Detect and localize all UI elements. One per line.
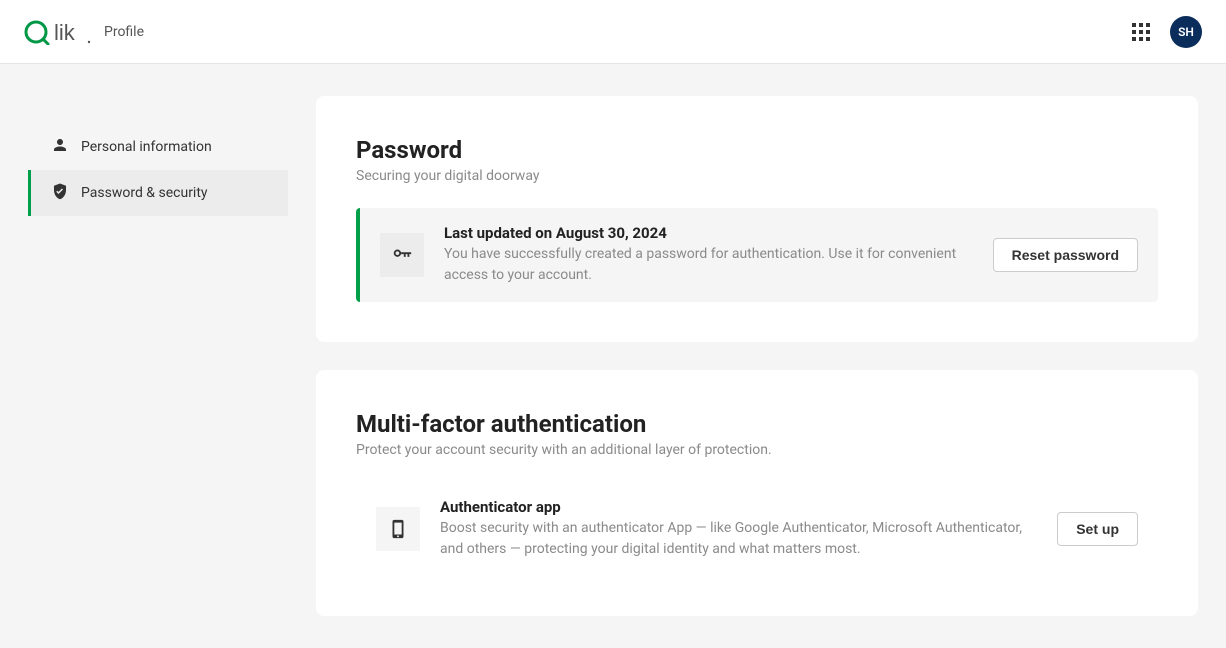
main-content: Password Securing your digital doorway L… xyxy=(316,96,1198,616)
key-icon xyxy=(380,233,424,277)
setup-mfa-button[interactable]: Set up xyxy=(1057,512,1138,546)
mfa-info-title: Authenticator app xyxy=(440,498,1037,516)
mfa-subtitle: Protect your account security with an ad… xyxy=(356,442,1158,458)
sidebar-item-label: Password & security xyxy=(81,185,208,201)
mfa-info-text: Authenticator app Boost security with an… xyxy=(440,498,1037,560)
topbar-left: lik Profile xyxy=(24,19,144,45)
mfa-info-panel: Authenticator app Boost security with an… xyxy=(356,482,1158,576)
page-label: Profile xyxy=(104,24,144,40)
password-card: Password Securing your digital doorway L… xyxy=(316,96,1198,342)
sidebar-item-personal-info[interactable]: Personal information xyxy=(28,124,288,170)
password-info-panel: Last updated on August 30, 2024 You have… xyxy=(356,208,1158,302)
password-info-title: Last updated on August 30, 2024 xyxy=(444,224,973,242)
person-icon xyxy=(51,136,69,158)
svg-text:lik: lik xyxy=(54,20,76,45)
topbar-right: SH xyxy=(1132,16,1202,48)
reset-password-button[interactable]: Reset password xyxy=(993,238,1138,272)
phone-icon xyxy=(376,507,420,551)
password-info-text: Last updated on August 30, 2024 You have… xyxy=(444,224,973,286)
password-info-desc: You have successfully created a password… xyxy=(444,244,973,286)
topbar: lik Profile SH xyxy=(0,0,1226,64)
mfa-title: Multi-factor authentication xyxy=(356,410,1158,438)
shield-icon xyxy=(51,182,69,204)
password-title: Password xyxy=(356,136,1158,164)
layout: Personal information Password & security… xyxy=(0,64,1226,648)
user-avatar[interactable]: SH xyxy=(1170,16,1202,48)
sidebar-item-label: Personal information xyxy=(81,139,212,155)
qlik-logo[interactable]: lik xyxy=(24,19,92,45)
mfa-card: Multi-factor authentication Protect your… xyxy=(316,370,1198,616)
sidebar-item-password-security[interactable]: Password & security xyxy=(28,170,288,216)
sidebar: Personal information Password & security xyxy=(28,96,288,616)
password-subtitle: Securing your digital doorway xyxy=(356,168,1158,184)
mfa-info-desc: Boost security with an authenticator App… xyxy=(440,518,1037,560)
apps-grid-icon[interactable] xyxy=(1132,23,1150,41)
